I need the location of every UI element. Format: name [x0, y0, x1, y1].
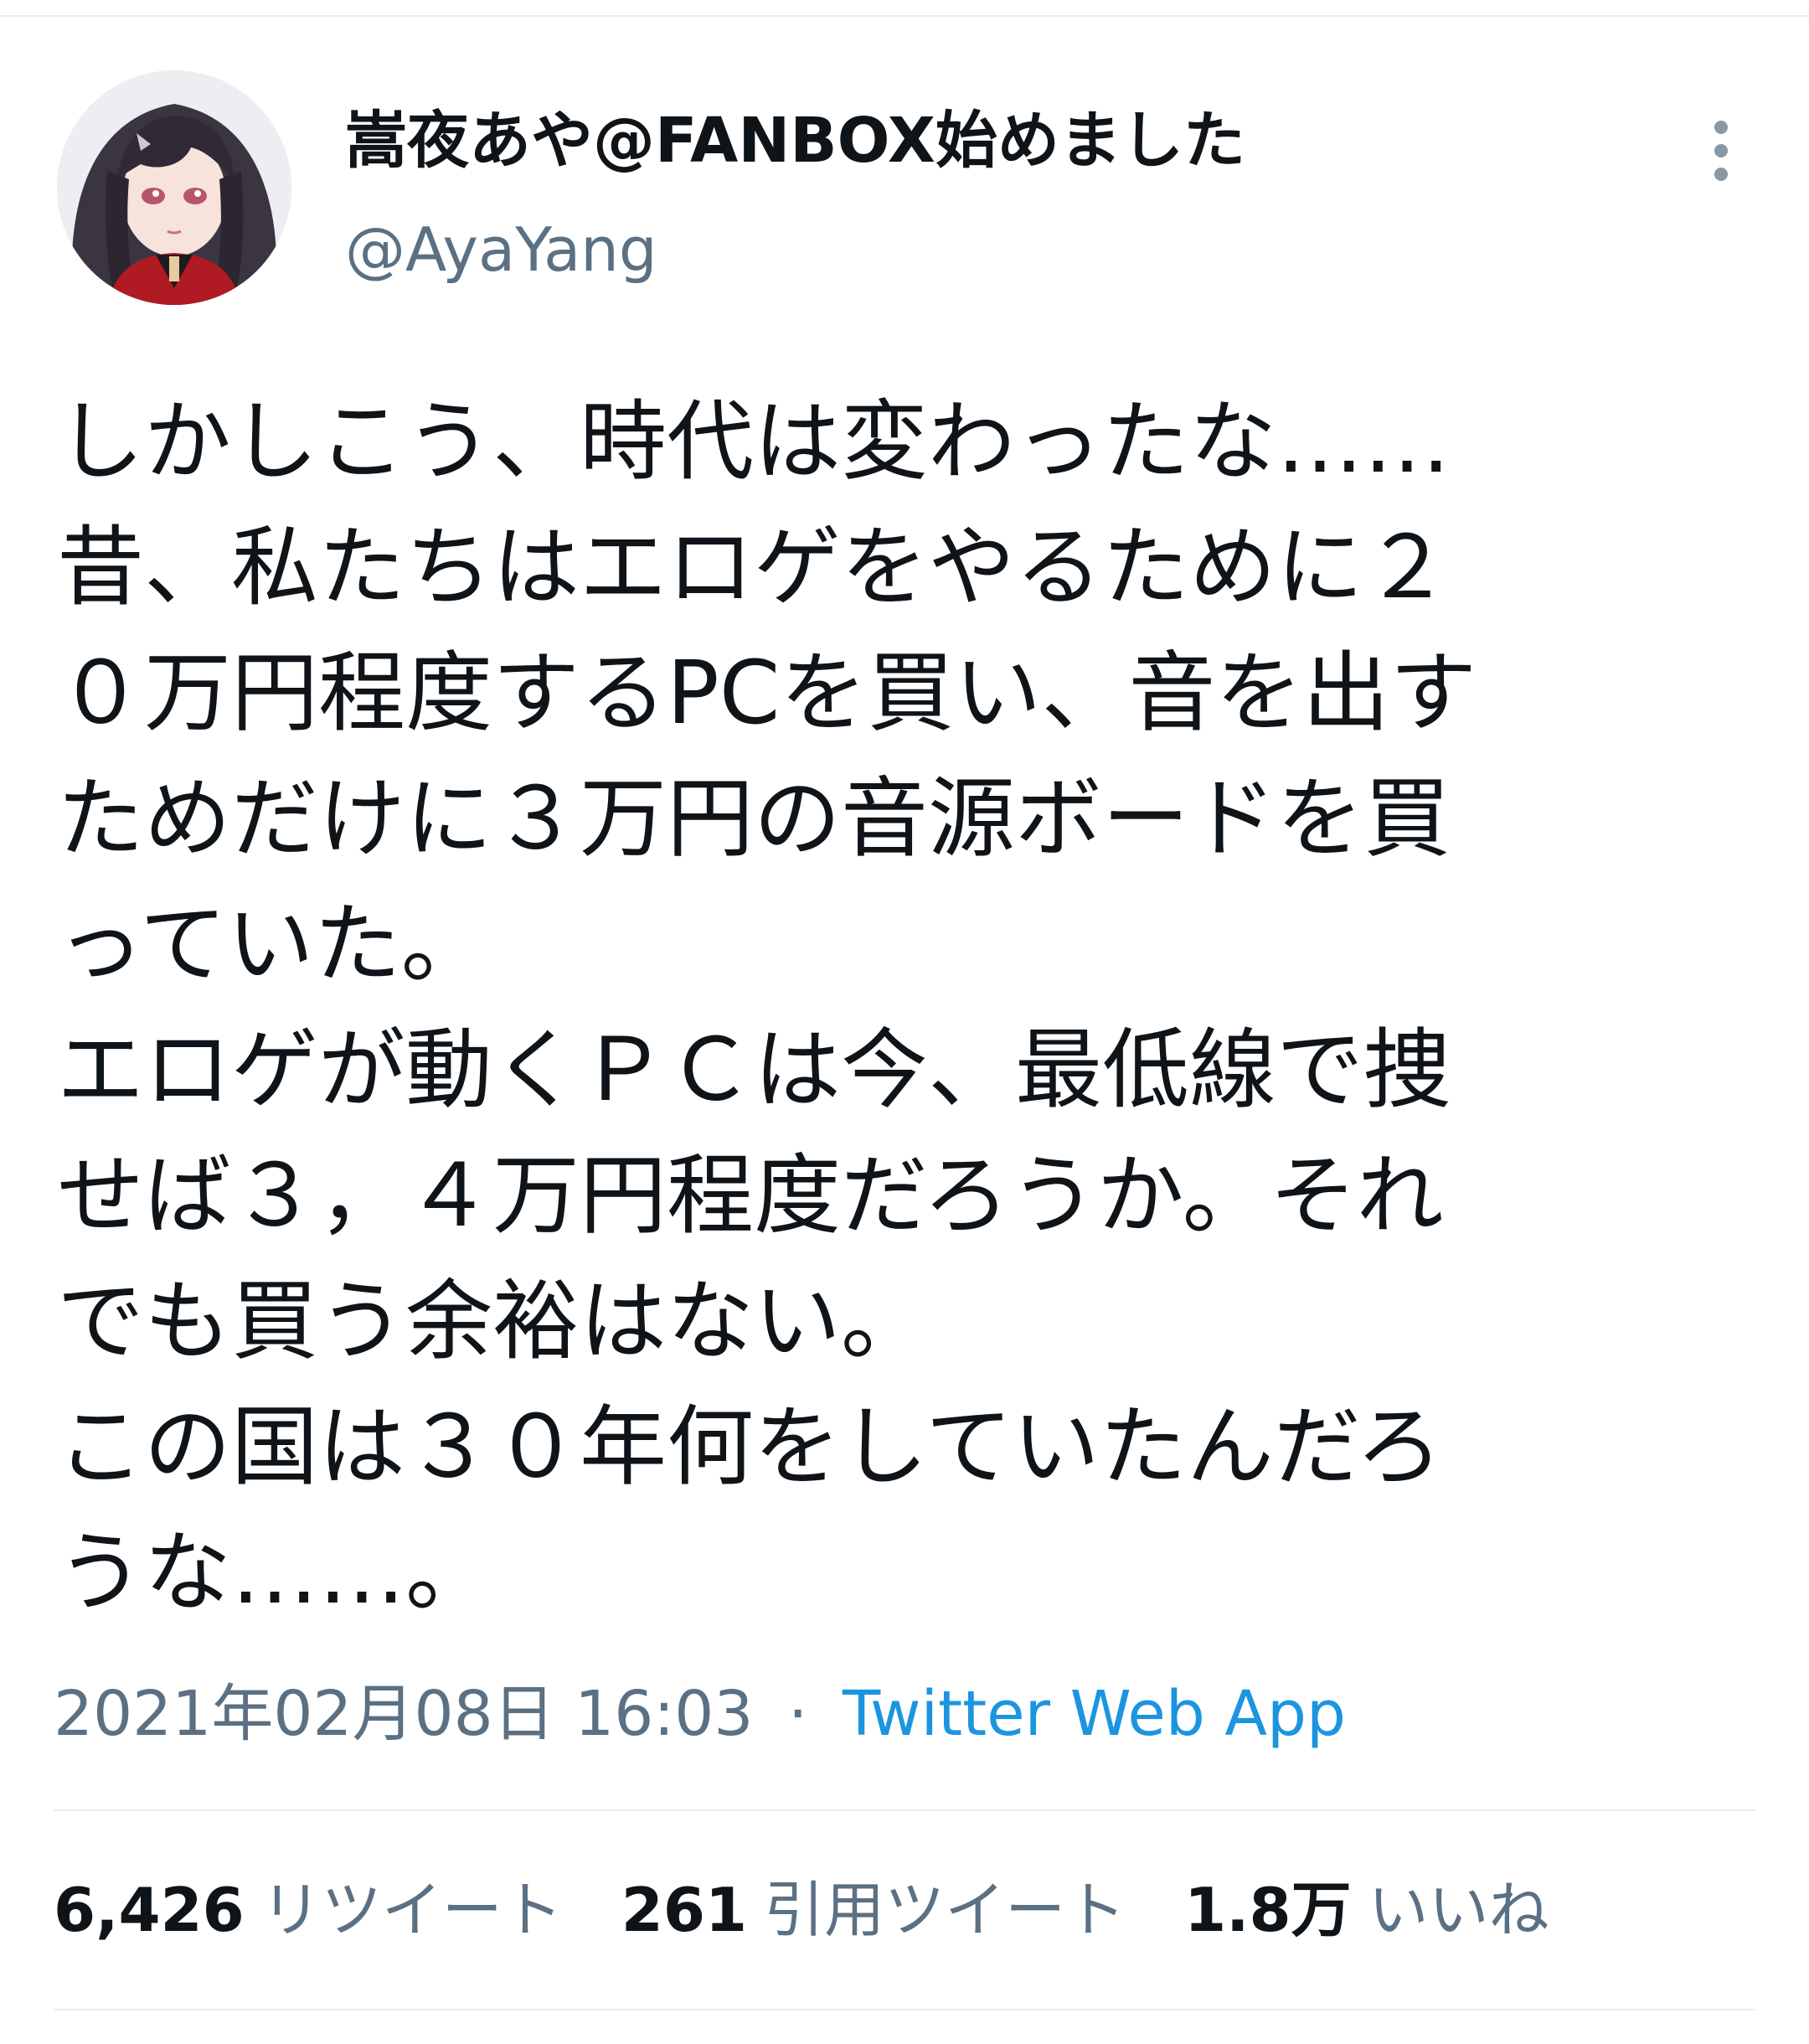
user-handle[interactable]: @AyaYang — [345, 208, 657, 292]
retweets-count: 6,426 — [54, 1875, 245, 1945]
divider — [54, 2009, 1755, 2010]
quote-tweets-count: 261 — [621, 1875, 748, 1945]
more-vertical-icon — [1714, 144, 1728, 157]
likes-stat[interactable]: 1.8万 いいね — [1184, 1868, 1549, 1952]
tweet-text-line: しかしこう、時代は変わったな…… — [57, 390, 1451, 493]
divider — [54, 1809, 1755, 1811]
tweet-text-line: この国は３０年何をしていたんだろ — [57, 1396, 1443, 1498]
tweet-text-line: エロゲが動くＰＣは今、最低線で捜 — [57, 1019, 1451, 1121]
top-divider — [0, 15, 1809, 17]
tweet-text-line: うな……。 — [57, 1521, 493, 1623]
avatar-image — [57, 70, 291, 305]
tweet-timestamp[interactable]: 2021年02月08日 16:03 — [54, 1678, 753, 1750]
likes-count: 1.8万 — [1184, 1875, 1352, 1945]
tweet-stats: 6,426 リツイート 261 引用ツイート 1.8万 いいね — [54, 1868, 1608, 1952]
tweet-text-line: せば３，４万円程度だろうか。それ — [57, 1144, 1444, 1247]
tweet-text-line: でも買う余裕はない。 — [57, 1270, 929, 1372]
tweet-text-line: ためだけに３万円の音源ボードを買 — [57, 767, 1451, 870]
display-name[interactable]: 嵩夜あや@FANBOX始めました — [345, 99, 1245, 183]
avatar[interactable] — [57, 70, 291, 305]
tweet-text-line: っていた。 — [57, 893, 488, 995]
meta-separator: · — [787, 1678, 808, 1750]
likes-label: いいね — [1368, 1875, 1549, 1945]
more-vertical-icon — [1714, 168, 1728, 181]
tweet-meta: 2021年02月08日 16:03 · Twitter Web App — [54, 1672, 1346, 1756]
tweet-text-line: ０万円程度するPCを買い、音を出す — [57, 642, 1477, 744]
tweet-text-line: 昔、私たちはエロゲをやるために２ — [57, 516, 1451, 618]
tweet-source-link[interactable]: Twitter Web App — [843, 1678, 1346, 1750]
more-vertical-icon — [1714, 121, 1728, 134]
quote-tweets-label: 引用ツイート — [764, 1875, 1126, 1945]
retweets-label: リツイート — [260, 1875, 563, 1945]
tweet-text: しかしこう、時代は変わったな…… 昔、私たちはエロゲをやるために２ ０万円程度す… — [57, 379, 1765, 1635]
more-options-button[interactable] — [1692, 109, 1750, 193]
retweets-stat[interactable]: 6,426 リツイート — [54, 1868, 563, 1952]
quote-tweets-stat[interactable]: 261 引用ツイート — [621, 1868, 1126, 1952]
